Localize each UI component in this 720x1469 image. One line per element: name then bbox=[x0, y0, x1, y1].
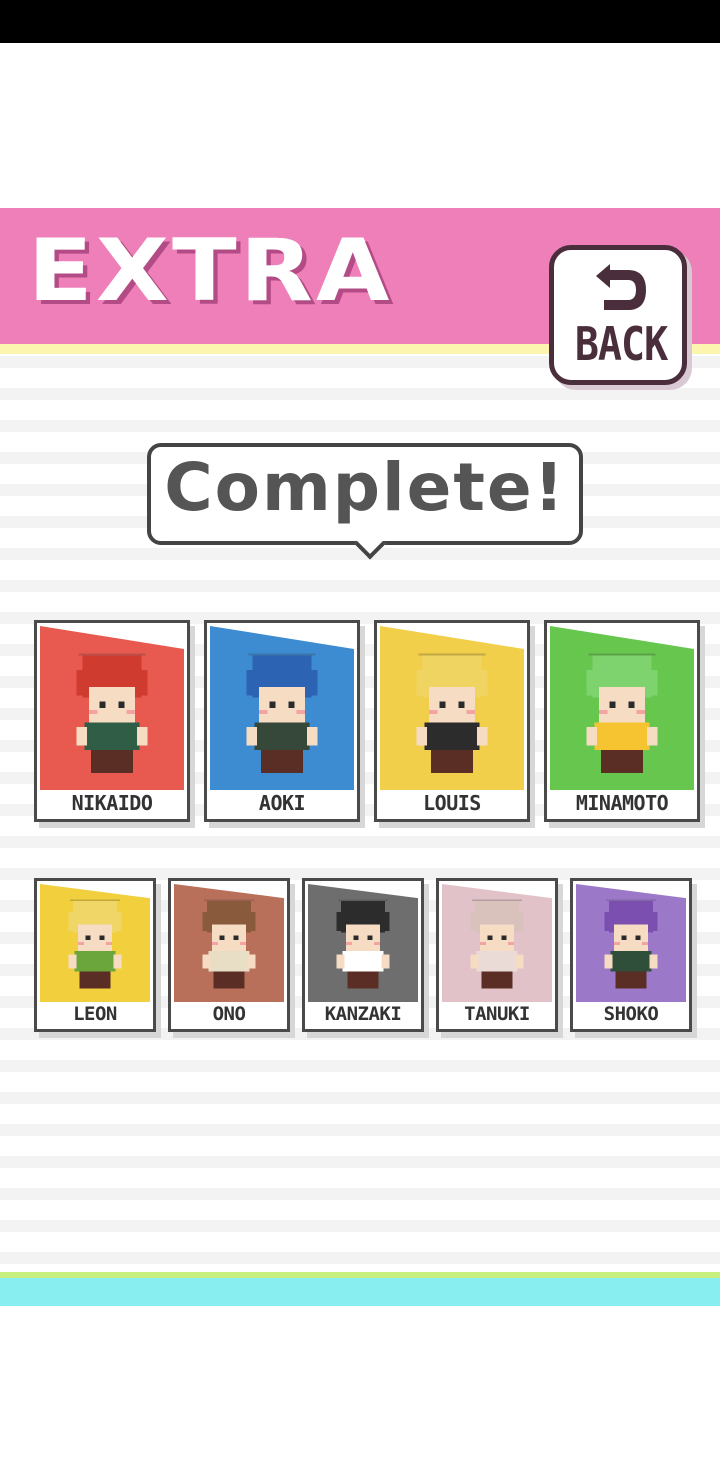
complete-label: Complete! bbox=[164, 449, 566, 526]
character-name-label: MINAMOTO bbox=[575, 791, 669, 815]
character-card-louis[interactable]: LOUIS bbox=[374, 620, 530, 822]
character-sprite bbox=[64, 895, 126, 1000]
bubble-tail bbox=[354, 528, 386, 560]
character-sprite bbox=[332, 895, 394, 1000]
character-card-nikaido[interactable]: NIKAIDO bbox=[34, 620, 190, 822]
character-sprite bbox=[410, 647, 494, 788]
character-card-minamoto[interactable]: MINAMOTO bbox=[544, 620, 700, 822]
character-name-label: SHOKO bbox=[603, 1003, 659, 1025]
character-name-label: KANZAKI bbox=[324, 1003, 402, 1025]
return-arrow-icon bbox=[596, 264, 646, 310]
character-name-label: ONO bbox=[212, 1003, 246, 1025]
character-sprite bbox=[70, 647, 154, 788]
character-sprite bbox=[198, 895, 260, 1000]
status-bar bbox=[0, 0, 720, 43]
character-card-leon[interactable]: LEON bbox=[34, 878, 156, 1032]
back-button[interactable]: BACK bbox=[549, 245, 687, 385]
character-card-shoko[interactable]: SHOKO bbox=[570, 878, 692, 1032]
character-card-kanzaki[interactable]: KANZAKI bbox=[302, 878, 424, 1032]
character-name-label: LEON bbox=[73, 1003, 117, 1025]
back-label: BACK bbox=[574, 318, 668, 372]
complete-speech-bubble: Complete! bbox=[147, 443, 583, 560]
character-name-label: AOKI bbox=[258, 791, 306, 815]
character-card-ono[interactable]: ONO bbox=[168, 878, 290, 1032]
footer-band bbox=[0, 1278, 720, 1306]
screen-title: EXTRA bbox=[28, 221, 393, 321]
character-sprite bbox=[466, 895, 528, 1000]
character-card-tanuki[interactable]: TANUKI bbox=[436, 878, 558, 1032]
character-sprite bbox=[240, 647, 324, 788]
character-sprite bbox=[600, 895, 662, 1000]
character-sprite bbox=[580, 647, 664, 788]
character-name-label: NIKAIDO bbox=[71, 791, 153, 815]
extra-screen: EXTRA BACK Complete! NIKAIDO AOKI LOUIS … bbox=[0, 208, 720, 1306]
character-card-aoki[interactable]: AOKI bbox=[204, 620, 360, 822]
character-name-label: TANUKI bbox=[464, 1003, 530, 1025]
character-name-label: LOUIS bbox=[423, 791, 481, 815]
